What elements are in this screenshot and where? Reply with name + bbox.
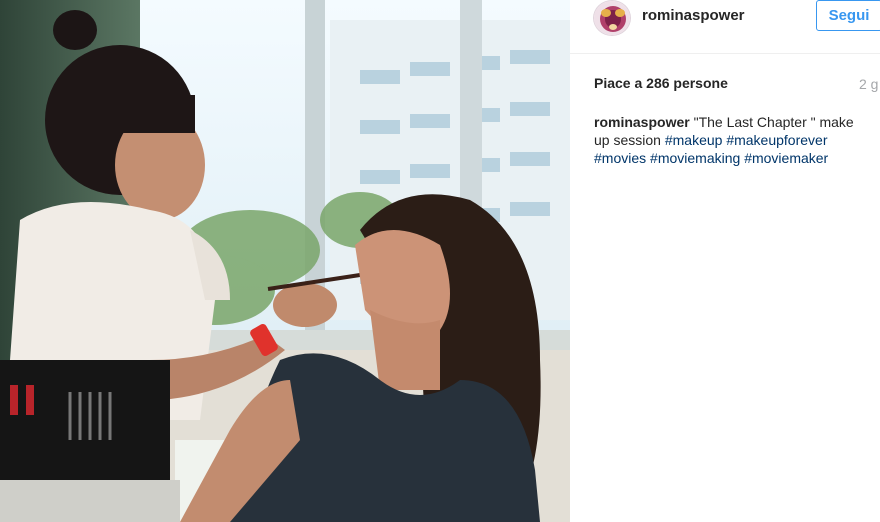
post-sidebar: rominaspower Segui Piace a 286 persone 2… — [570, 0, 880, 522]
likes-count[interactable]: Piace a 286 persone — [594, 75, 728, 91]
caption-username[interactable]: rominaspower — [594, 114, 690, 130]
hashtag-link[interactable]: #makeup — [665, 132, 723, 148]
post-photo-illustration — [0, 0, 570, 522]
post-caption: rominaspower "The Last Chapter " make up… — [594, 113, 870, 167]
post-time[interactable]: 2 g — [859, 76, 878, 92]
hashtag-link[interactable]: #moviemaking — [650, 150, 740, 166]
follow-button[interactable]: Segui — [816, 0, 880, 31]
avatar-image — [594, 1, 630, 35]
post-header: rominaspower Segui — [570, 0, 880, 54]
avatar[interactable] — [593, 0, 631, 36]
hashtag-link[interactable]: #movies — [594, 150, 646, 166]
hashtag-link[interactable]: #moviemaker — [744, 150, 828, 166]
hashtag-link[interactable]: #makeupforever — [726, 132, 827, 148]
post-username[interactable]: rominaspower — [642, 7, 745, 24]
post-photo[interactable] — [0, 0, 570, 522]
